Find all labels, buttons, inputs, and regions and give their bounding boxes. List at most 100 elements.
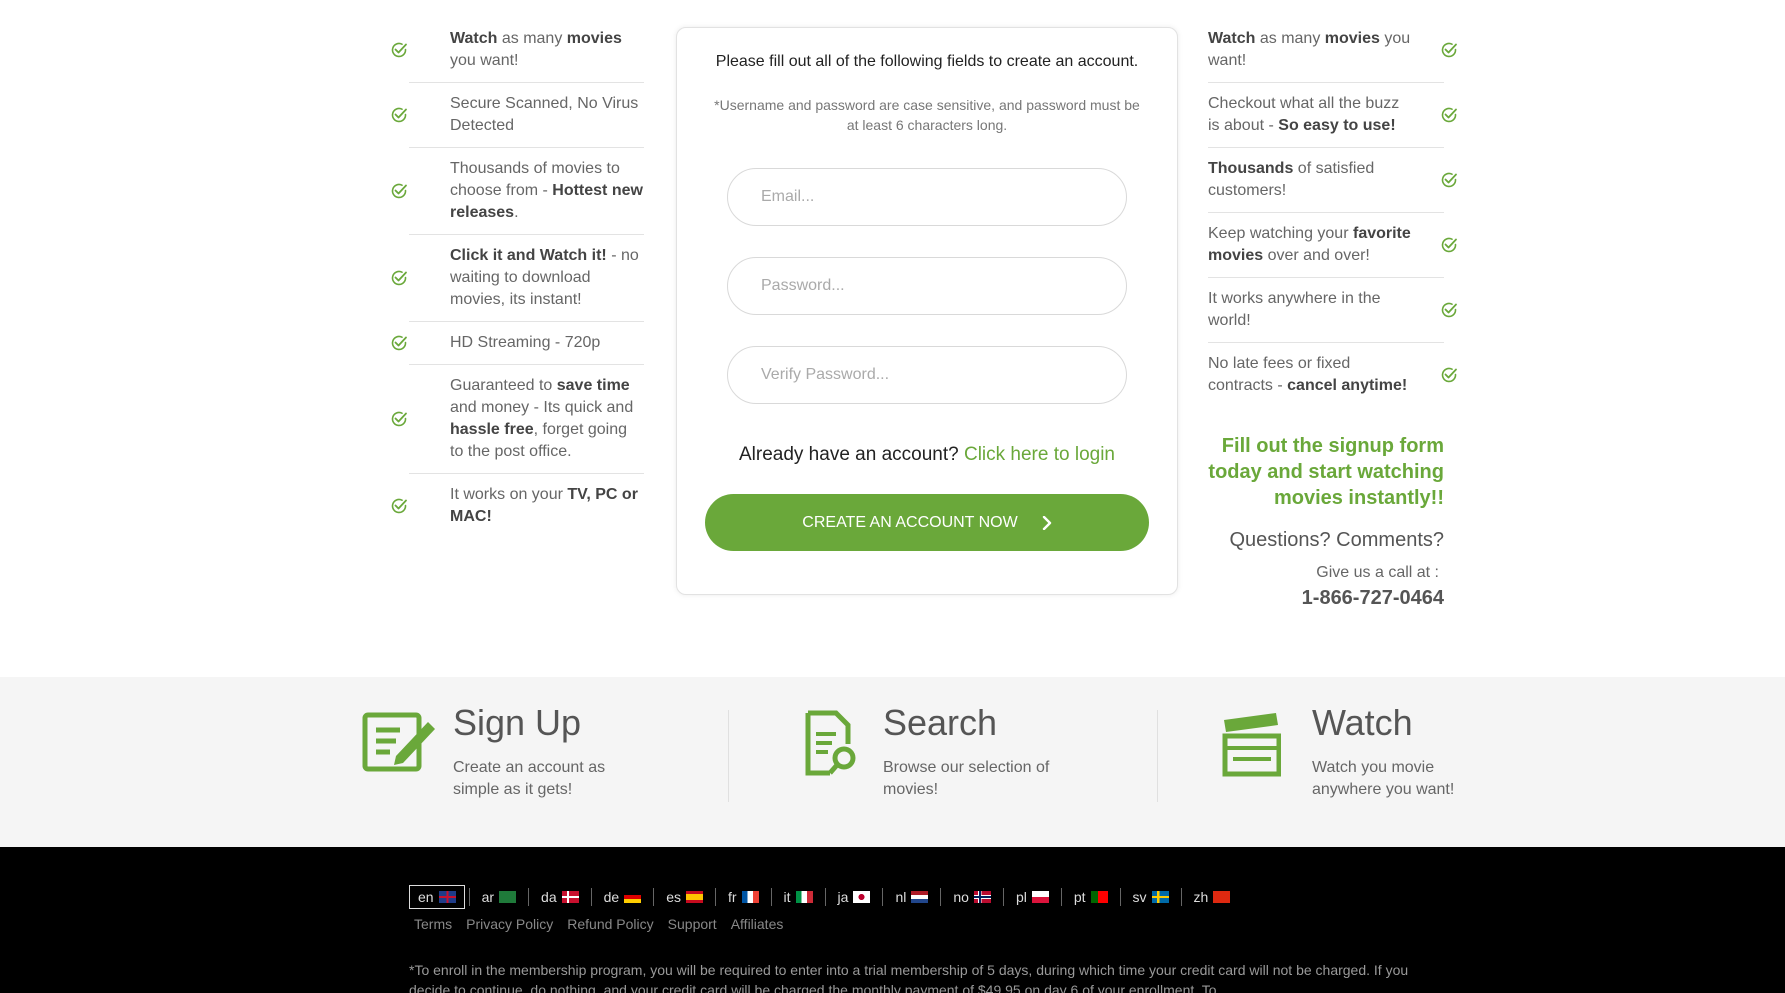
feature-text: HD Streaming - 720p <box>450 334 601 351</box>
login-link[interactable]: Click here to login <box>964 444 1115 465</box>
check-circle-icon <box>391 183 407 199</box>
step-search: Search Browse our selection of movies! <box>804 702 1144 810</box>
password-field[interactable] <box>727 257 1127 315</box>
language-separator <box>770 888 772 906</box>
language-separator <box>714 888 716 906</box>
feature-text: Thousands of satisfied customers! <box>1208 160 1375 199</box>
language-option-it[interactable]: it <box>776 885 821 909</box>
language-option-zh[interactable]: zh <box>1186 885 1239 909</box>
check-circle-icon <box>391 107 407 123</box>
language-option-ja[interactable]: ja <box>830 885 879 909</box>
feature-text: Watch as many movies you want! <box>1208 30 1411 69</box>
flag-nl-icon <box>911 891 929 903</box>
step-title: Sign Up <box>453 702 582 743</box>
feature-item: Guaranteed to save time and money - Its … <box>391 365 644 474</box>
step-divider <box>728 710 729 802</box>
feature-item: Click it and Watch it! - no waiting to d… <box>391 235 644 322</box>
check-circle-icon <box>1441 42 1457 58</box>
check-circle-icon <box>1441 302 1457 318</box>
footer-link[interactable]: Privacy Policy <box>466 916 553 932</box>
feature-item: Thousands of satisfied customers! <box>1208 148 1457 213</box>
footer-link[interactable]: Terms <box>414 916 452 932</box>
check-circle-icon <box>391 335 407 351</box>
signup-icon <box>362 712 435 772</box>
create-account-button[interactable]: CREATE AN ACCOUNT NOW <box>705 494 1149 551</box>
language-option-fr[interactable]: fr <box>720 885 767 909</box>
language-separator <box>940 888 942 906</box>
email-field[interactable] <box>727 168 1127 226</box>
language-option-sv[interactable]: sv <box>1125 885 1177 909</box>
search-document-icon <box>805 710 856 776</box>
flag-ar-icon <box>499 891 517 903</box>
form-note: *Username and password are case sensitiv… <box>714 97 1140 133</box>
language-option-de[interactable]: de <box>596 885 650 909</box>
language-separator <box>468 888 470 906</box>
language-option-pl[interactable]: pl <box>1008 885 1057 909</box>
feature-text: No late fees or fixed contracts - cancel… <box>1208 355 1408 394</box>
login-row: Already have an account? Click here to l… <box>677 444 1177 466</box>
check-circle-icon <box>391 270 407 286</box>
login-prompt: Already have an account? <box>738 444 959 465</box>
feature-item: No late fees or fixed contracts - cancel… <box>1208 343 1457 407</box>
language-separator <box>653 888 655 906</box>
signup-form-card: Please fill out all of the following fie… <box>676 27 1178 595</box>
chevron-right-icon <box>1042 515 1051 530</box>
language-option-no[interactable]: no <box>945 885 999 909</box>
step-desc: Browse our selection of movies! <box>883 759 1050 798</box>
footer-link[interactable]: Refund Policy <box>567 916 653 932</box>
flag-sv-icon <box>1151 891 1169 903</box>
form-title: Please fill out all of the following fie… <box>715 53 1139 70</box>
language-separator <box>1060 888 1062 906</box>
flag-en-icon <box>438 891 456 903</box>
language-option-nl[interactable]: nl <box>887 885 936 909</box>
language-separator <box>1180 888 1182 906</box>
footer: en ar da de es fr it ja nl no pl pt sv zh Terms Privac… <box>0 847 1785 993</box>
check-circle-icon <box>391 42 407 58</box>
language-option-da[interactable]: da <box>533 885 587 909</box>
feature-text: Thousands of movies to choose from - Hot… <box>450 160 643 221</box>
step-title: Search <box>883 702 998 743</box>
language-separator <box>1002 888 1004 906</box>
language-selector: en ar da de es fr it ja nl no pl pt sv zh <box>409 885 1238 909</box>
feature-text: It works anywhere in the world! <box>1208 290 1381 329</box>
left-feature-list: Watch as many movies you want! Secure Sca… <box>390 18 644 538</box>
flag-fr-icon <box>741 891 759 903</box>
step-watch: Watch Watch you movie anywhere you want! <box>1221 702 1561 810</box>
footer-link[interactable]: Affiliates <box>731 916 784 932</box>
feature-text: Click it and Watch it! - no waiting to d… <box>450 247 639 308</box>
questions-heading: Questions? Comments? <box>1229 529 1444 551</box>
feature-item: Watch as many movies you want! <box>1208 18 1457 83</box>
feature-item: Keep watching your favorite movies over … <box>1208 213 1457 278</box>
step-signup: Sign Up Create an account as simple as i… <box>362 702 702 810</box>
language-separator <box>1119 888 1121 906</box>
flag-da-icon <box>561 891 579 903</box>
language-option-pt[interactable]: pt <box>1066 885 1116 909</box>
check-circle-icon <box>391 411 407 427</box>
step-desc: Create an account as simple as it gets! <box>453 759 606 798</box>
verify-password-field[interactable] <box>727 346 1127 404</box>
flag-no-icon <box>973 891 991 903</box>
footer-links: Terms Privacy Policy Refund Policy Support A… <box>414 916 783 932</box>
flag-de-icon <box>624 891 642 903</box>
feature-text: Checkout what all the buzz is about - So… <box>1208 95 1400 134</box>
footer-disclaimer: *To enroll in the membership program, yo… <box>409 962 1409 993</box>
feature-item: It works anywhere in the world! <box>1208 278 1457 343</box>
feature-item: Watch as many movies you want! <box>391 18 644 83</box>
phone-number: 1-866-727-0464 <box>1301 587 1444 609</box>
language-option-en[interactable]: en <box>409 885 465 909</box>
language-option-es[interactable]: es <box>658 885 711 909</box>
language-option-ar[interactable]: ar <box>474 885 524 909</box>
step-desc: Watch you movie anywhere you want! <box>1312 759 1455 798</box>
steps-band: Sign Up Create an account as simple as i… <box>0 677 1785 847</box>
clapperboard-icon <box>1222 713 1281 777</box>
footer-link[interactable]: Support <box>668 916 717 932</box>
flag-es-icon <box>685 891 703 903</box>
feature-text: Guaranteed to save time and money - Its … <box>450 377 634 460</box>
feature-item: Secure Scanned, No Virus Detected <box>391 83 644 148</box>
language-separator <box>528 888 530 906</box>
feature-text: Secure Scanned, No Virus Detected <box>450 95 639 134</box>
feature-item: Checkout what all the buzz is about - So… <box>1208 83 1457 148</box>
feature-item: HD Streaming - 720p <box>391 322 644 365</box>
flag-ja-icon <box>853 891 871 903</box>
flag-zh-icon <box>1213 891 1231 903</box>
